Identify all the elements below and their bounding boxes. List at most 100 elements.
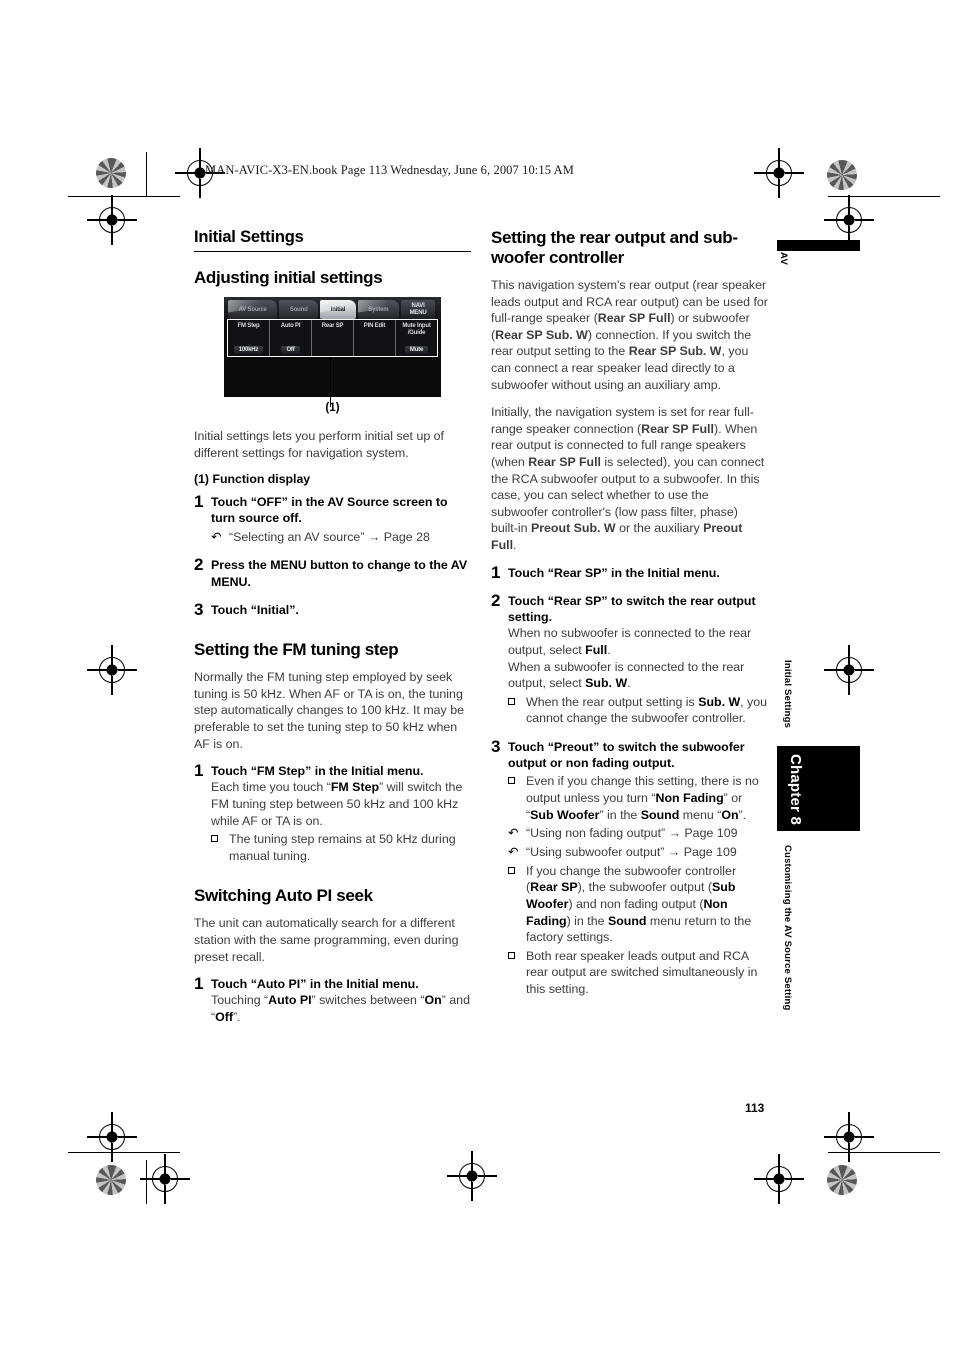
intro-paragraph: Initial settings lets you perform initia… — [194, 429, 444, 460]
desc-emphasis: Full — [585, 643, 608, 657]
note-emphasis: On — [721, 807, 739, 822]
note-item: When the rear output setting is Sub. W, … — [508, 694, 768, 727]
lcd-function-rear-sp[interactable]: Rear SP — [312, 320, 354, 357]
desc-part: . — [627, 676, 631, 691]
note-part: When the rear output setting is — [526, 694, 699, 709]
lcd-function-mute-input-guide[interactable]: Mute Input /Guide Mute — [396, 320, 437, 356]
rear-output-paragraph-2: Initially, the navigation system is set … — [491, 404, 768, 553]
step-title: Touch “Initial”. — [211, 602, 299, 617]
note-square-icon — [508, 863, 526, 946]
book-file-header: MAN-AVIC-X3-EN.book Page 113 Wednesday, … — [205, 163, 574, 177]
xref-text: “Using non fading output” → Page 109 — [526, 826, 738, 841]
note-text: When the rear output setting is Sub. W, … — [526, 694, 768, 727]
step-3-touch-initial: 3 Touch “Initial”. — [194, 601, 471, 618]
step-number: 1 — [491, 562, 501, 582]
function-value: 100kHz — [233, 346, 264, 355]
function-label: PIN Edit — [363, 323, 386, 330]
lcd-tab-av-source[interactable]: AV Source — [228, 300, 278, 320]
step-number: 2 — [491, 591, 501, 610]
registration-mark-mid-right — [824, 645, 874, 695]
device-screenshot-figure: AV Source Sound Initial System NAVI MENU… — [224, 297, 441, 408]
note-text: Even if you change this setting, there i… — [526, 773, 768, 823]
lcd-tab-bar: AV Source Sound Initial System NAVI MENU — [224, 297, 441, 320]
edge-tab-bar — [777, 240, 860, 251]
para-emphasis: Rear SP Sub. W — [495, 327, 588, 342]
registration-mark-top-right — [754, 148, 804, 198]
xref-arrow-icon: ↶ — [508, 826, 519, 841]
note-emphasis: Non Fading — [655, 790, 724, 805]
desc-part: When no subwoofer is connected to the re… — [508, 626, 752, 657]
desc-part: . — [607, 643, 611, 657]
lcd-function-fm-step[interactable]: FM Step 100kHz — [228, 320, 270, 357]
lcd-tab-initial[interactable]: Initial — [320, 300, 356, 320]
density-patch-bottom-right — [827, 1165, 857, 1195]
heading-setting-rear-output: Setting the rear output and sub-woofer c… — [491, 228, 738, 268]
xref-text: “Using subwoofer output” → Page 109 — [526, 844, 737, 859]
lcd-function-auto-pi[interactable]: Auto PI Off — [270, 320, 312, 357]
lcd-function-pin-edit[interactable]: PIN Edit — [354, 320, 396, 357]
step-title: Touch “Rear SP” in the Initial menu. — [508, 565, 720, 580]
desc-emphasis: FM Step — [330, 780, 380, 795]
cross-reference[interactable]: ↶ “Selecting an AV source” → Page 28 — [211, 529, 471, 546]
trim-rule-top-left — [68, 196, 180, 198]
lcd-navi-menu-button[interactable]: NAVI MENU — [401, 300, 436, 320]
note-emphasis: Sound — [607, 913, 647, 928]
note-text: Both rear speaker leads output and RCA r… — [526, 948, 758, 996]
density-patch-bottom-left — [96, 1165, 126, 1195]
note-emphasis: Sub. W — [698, 694, 741, 709]
xref-text: “Selecting an AV source” → Page 28 — [229, 529, 430, 544]
navi-line-2: MENU — [409, 309, 427, 316]
step-title: Touch “Preout” to switch the subwoofer o… — [508, 739, 745, 771]
function-value: Off — [281, 346, 300, 355]
figure-callout-number: (1) — [325, 401, 340, 415]
right-column: Setting the rear output and sub-woofer c… — [491, 228, 768, 1010]
note-square-icon — [508, 773, 526, 823]
desc-emphasis: On — [424, 993, 442, 1008]
registration-mark-bottom-center — [447, 1151, 497, 1201]
note-item: The tuning step remains at 50 kHz during… — [211, 831, 471, 864]
autopi-intro-paragraph: The unit can automatically search for a … — [194, 916, 459, 964]
step-fm-touch-fm-step: 1 Touch “FM Step” in the Initial menu. E… — [194, 762, 471, 864]
rear-output-paragraph-1: This navigation system's rear output (re… — [491, 277, 768, 393]
function-label: FM Step — [237, 323, 260, 330]
footer-divider-rule — [146, 1160, 148, 1204]
note-emphasis: Sub Woofer — [530, 807, 600, 822]
note-square-icon — [508, 948, 526, 998]
edge-chapter-subtitle: Customising the AV Source Setting — [782, 845, 793, 1011]
step-description: Touching “Auto PI” switches between “On ”… — [211, 992, 471, 1025]
cross-reference[interactable]: ↶ “Using subwoofer output” → Page 109 — [508, 844, 768, 861]
step-number: 1 — [194, 492, 204, 512]
step-2-press-menu: 2 Press the MENU button to change to the… — [194, 556, 471, 589]
lcd-tab-system[interactable]: System — [357, 300, 400, 320]
lcd-tab-label: Initial — [330, 306, 346, 313]
callout-function-display: (1) Function display — [194, 472, 311, 487]
lcd-function-display: FM Step 100kHz Auto PI Off Rear SP PIN E… — [227, 319, 438, 358]
desc-part: Each time you touch “ — [211, 780, 331, 795]
edge-running-head: Initial Settings — [782, 660, 793, 729]
fm-intro-paragraph: Normally the FM tuning step employed by … — [194, 670, 464, 751]
figure-leader-line — [330, 357, 332, 408]
density-patch-top-left — [96, 158, 126, 188]
note-square-icon — [508, 694, 526, 727]
note-item: Both rear speaker leads output and RCA r… — [508, 948, 768, 998]
note-part: ), the subwoofer output ( — [577, 880, 712, 895]
step-number: 3 — [491, 736, 501, 756]
step-autopi-touch-auto-pi: 1 Touch “Auto PI” in the Initial menu. T… — [194, 975, 471, 1025]
function-value: Mute — [404, 346, 429, 355]
para-emphasis: Rear SP Full — [597, 311, 671, 326]
registration-mark-bottom-right — [754, 1154, 804, 1204]
cross-reference[interactable]: ↶ “Using non fading output” → Page 109 — [508, 825, 768, 842]
registration-mark-lower-left — [87, 1112, 137, 1162]
step-title: Touch “Auto PI” in the Initial menu. — [211, 977, 419, 992]
xref-arrow-icon: ↶ — [508, 844, 519, 859]
step-title: Press the MENU button to change to the A… — [211, 558, 468, 589]
step-1-turn-source-off: 1 Touch “OFF” in the AV Source screen to… — [194, 492, 471, 546]
trim-rule-bottom-right — [828, 1152, 940, 1154]
heading-setting-fm-tuning-step: Setting the FM tuning step — [194, 640, 399, 660]
trim-rule-bottom-left — [68, 1152, 180, 1154]
desc-emphasis: Auto PI — [268, 993, 312, 1008]
xref-arrow-icon: ↶ — [211, 529, 222, 544]
step-title: Touch “FM Step” in the Initial menu. — [211, 764, 424, 779]
lcd-tab-sound[interactable]: Sound — [279, 300, 319, 320]
note-part: ) and non fading output ( — [568, 896, 704, 911]
